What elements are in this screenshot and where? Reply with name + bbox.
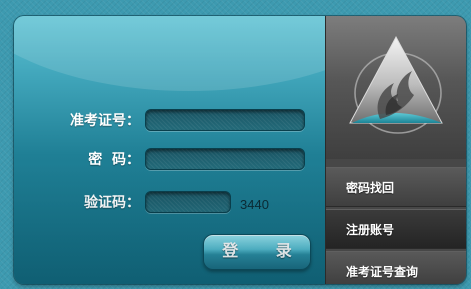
exam-id-label: 准考证号： (70, 113, 140, 129)
login-form: 准考证号： 密 码： 验证码： 3440 登 录 (14, 16, 424, 284)
password-input[interactable] (145, 148, 305, 170)
flame-triangle-logo-icon (349, 35, 443, 134)
side-menu-register-account[interactable]: 注册账号 (326, 209, 466, 249)
password-label: 密 码： (88, 152, 140, 168)
exam-id-input[interactable] (145, 109, 305, 131)
login-panel: 准考证号： 密 码： 验证码： 3440 登 录 密码找回 注册账号 准考证号查… (14, 16, 466, 284)
login-button[interactable]: 登 录 (203, 234, 311, 270)
captcha-input[interactable] (145, 191, 231, 213)
captcha-label: 验证码： (84, 195, 140, 211)
side-panel: 密码找回 注册账号 准考证号查询 (325, 16, 466, 284)
side-menu-password-recovery[interactable]: 密码找回 (326, 167, 466, 207)
captcha-code[interactable]: 3440 (240, 197, 269, 212)
side-menu-exam-id-lookup[interactable]: 准考证号查询 (326, 251, 466, 284)
logo (326, 16, 466, 159)
